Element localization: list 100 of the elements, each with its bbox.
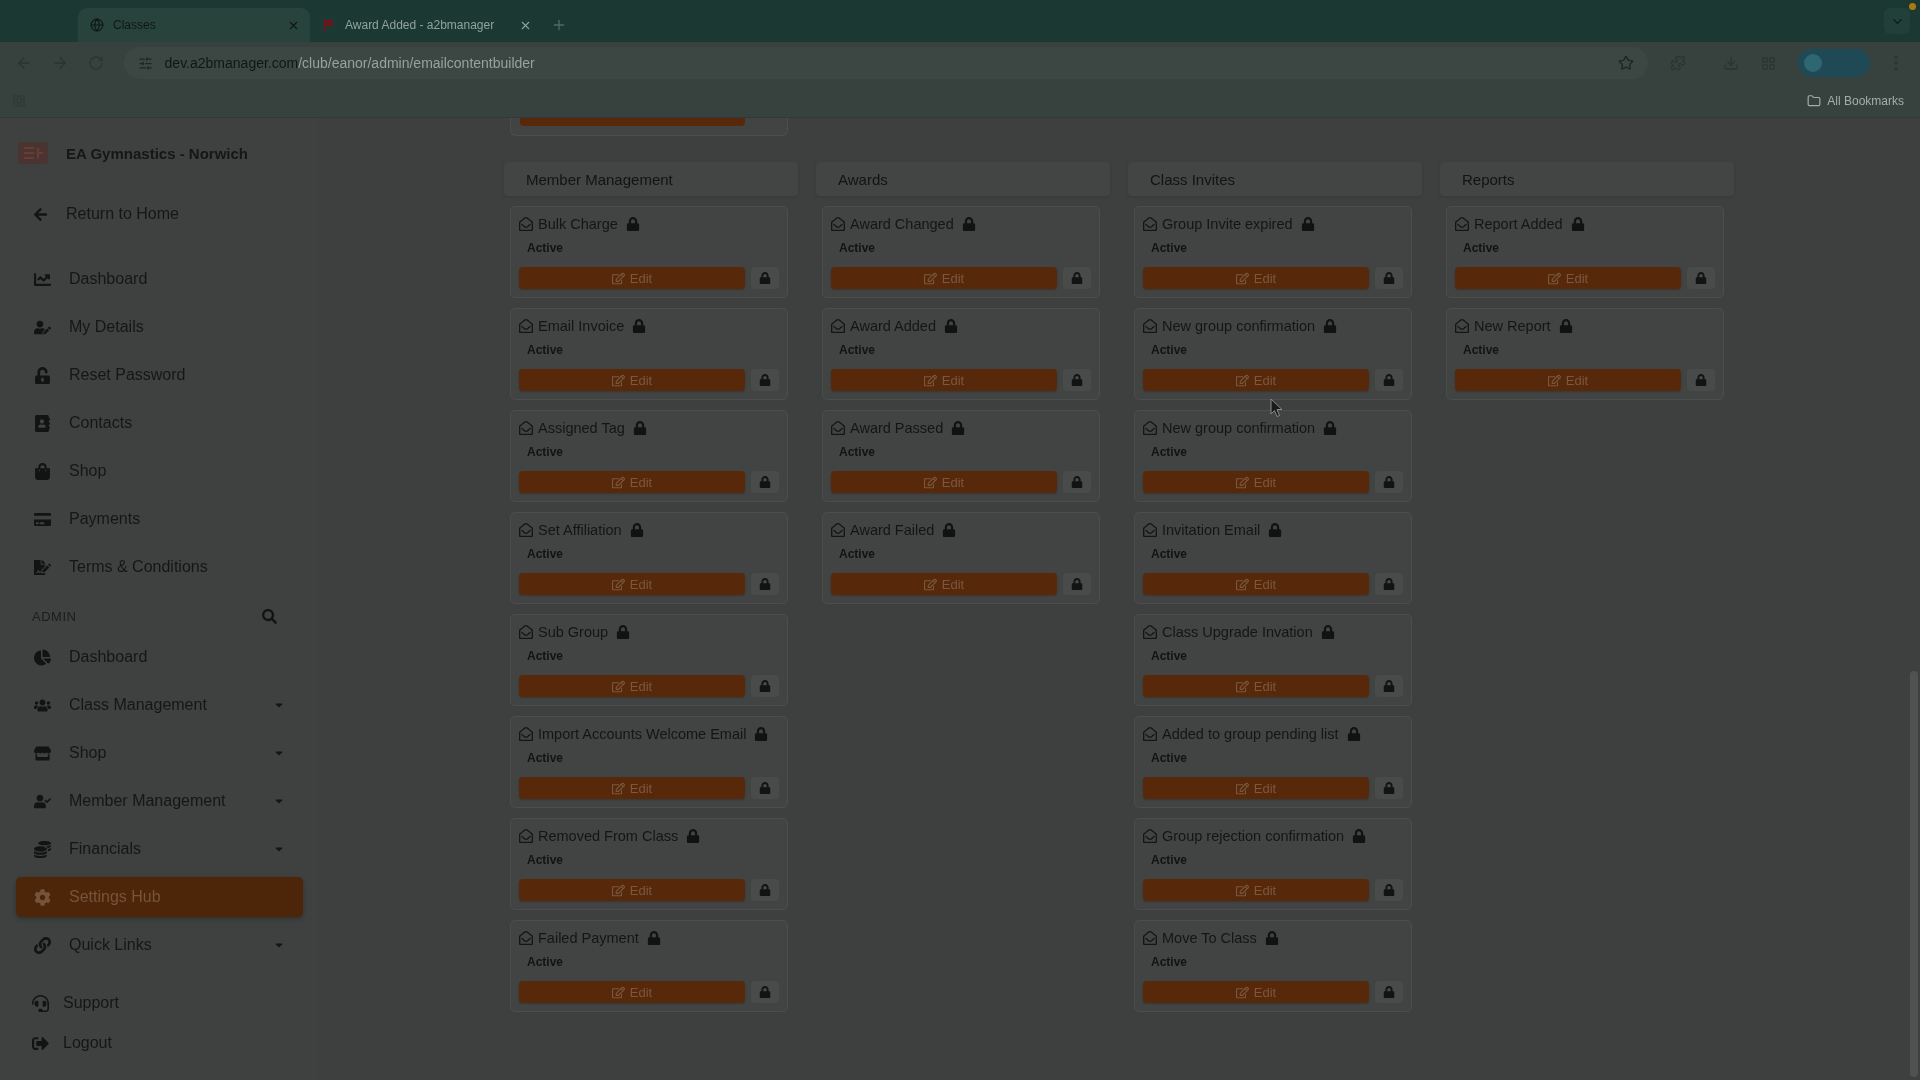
lock-button[interactable]: [1063, 573, 1091, 595]
lock-icon: [754, 727, 769, 741]
envelope-open-icon: [831, 421, 845, 435]
lock-button[interactable]: [751, 573, 779, 595]
envelope-open-icon: [831, 217, 845, 231]
lock-button[interactable]: [751, 777, 779, 799]
notification-dot-icon: [1909, 3, 1916, 10]
lock-button[interactable]: [1375, 573, 1403, 595]
envelope-open-icon: [519, 625, 533, 639]
lock-button[interactable]: [1063, 471, 1091, 493]
lock-button[interactable]: [1687, 267, 1715, 289]
lock-icon: [1071, 374, 1083, 386]
lock-icon: [759, 476, 771, 488]
lock-button[interactable]: [1375, 777, 1403, 799]
tab-list-button[interactable]: [1884, 8, 1910, 34]
link-icon: [34, 936, 51, 954]
envelope-open-icon: [519, 829, 533, 843]
lock-button[interactable]: [1375, 879, 1403, 901]
unlock-icon: [34, 366, 51, 384]
lock-icon: [1071, 578, 1083, 590]
globe-icon: [90, 18, 104, 32]
lock-icon: [686, 829, 701, 843]
lock-icon: [629, 523, 644, 537]
lock-icon: [1383, 884, 1395, 896]
lock-button[interactable]: [751, 267, 779, 289]
edit-icon: [1235, 271, 1249, 285]
lock-button[interactable]: [1375, 981, 1403, 1003]
lock-icon: [942, 523, 957, 537]
lock-icon: [944, 319, 958, 333]
edit-icon: [923, 271, 937, 285]
edit-icon: [1235, 985, 1249, 999]
bookmarks-folder[interactable]: All Bookmarks: [1803, 93, 1908, 108]
edit-icon: [1235, 883, 1249, 897]
logo-icon: [18, 142, 48, 164]
shopping-bag-icon: [34, 462, 51, 480]
envelope-open-icon: [1455, 319, 1469, 333]
lock-icon: [1352, 829, 1367, 843]
edit-icon: [1547, 271, 1561, 285]
edit-icon: [1235, 781, 1249, 795]
bookmark-button[interactable]: [1617, 55, 1634, 71]
lock-icon: [1383, 578, 1395, 590]
address-field[interactable]: dev.a2bmanager.com/club/eanor/admin/emailcontentbuilder: [123, 47, 1648, 79]
lock-icon: [625, 217, 640, 231]
envelope-open-icon: [831, 523, 845, 537]
envelope-open-icon: [519, 319, 533, 333]
envelope-open-icon: [1455, 217, 1469, 231]
sliders-icon: [137, 55, 153, 71]
signed-document-icon: [34, 558, 51, 576]
lock-icon: [1346, 727, 1361, 741]
profile-button[interactable]: [1798, 49, 1871, 77]
edit-icon: [923, 373, 937, 387]
lock-button[interactable]: [1063, 267, 1091, 289]
envelope-open-icon: [1143, 829, 1157, 843]
lock-icon: [632, 421, 647, 435]
plus-icon: [551, 17, 567, 33]
envelope-open-icon: [519, 727, 533, 741]
edit-icon: [923, 577, 937, 591]
user-edit-icon: [34, 318, 51, 336]
lock-icon: [1383, 680, 1395, 692]
envelope-open-icon: [1143, 931, 1157, 945]
lock-button[interactable]: [751, 369, 779, 391]
lock-icon: [1383, 374, 1395, 386]
lock-button[interactable]: [751, 879, 779, 901]
settings-icon: [34, 888, 51, 906]
headset-icon: [32, 994, 49, 1012]
lock-icon: [616, 625, 631, 639]
lock-icon: [1383, 986, 1395, 998]
lock-button[interactable]: [1375, 675, 1403, 697]
address-book-icon: [34, 414, 51, 432]
edit-icon: [611, 883, 625, 897]
edit-icon: [611, 373, 625, 387]
edit-icon: [1235, 373, 1249, 387]
lock-icon: [759, 986, 771, 998]
lock-icon: [759, 782, 771, 794]
edit-icon: [1235, 679, 1249, 693]
edit-icon: [1235, 475, 1249, 489]
search-button[interactable]: [262, 608, 277, 624]
lock-button[interactable]: [751, 675, 779, 697]
lock-icon: [632, 319, 647, 333]
credit-card-icon: [34, 510, 51, 528]
avatar-icon: [1804, 54, 1823, 72]
lock-button[interactable]: [751, 981, 779, 1003]
edit-icon: [1547, 373, 1561, 387]
lock-icon: [1323, 421, 1338, 435]
edit-icon: [923, 475, 937, 489]
lock-button[interactable]: [1375, 471, 1403, 493]
folder-icon: [1807, 93, 1822, 108]
browser-tab[interactable]: Award Added - a2bmanager: [310, 8, 542, 42]
lock-icon: [1300, 217, 1315, 231]
lock-button[interactable]: [1063, 369, 1091, 391]
lock-button[interactable]: [1375, 267, 1403, 289]
lock-button[interactable]: [751, 471, 779, 493]
lock-icon: [1695, 272, 1707, 284]
logout-icon: [32, 1034, 49, 1052]
cursor-icon: [1270, 398, 1283, 418]
lock-button[interactable]: [1687, 369, 1715, 391]
search-icon: [262, 608, 277, 624]
edit-icon: [611, 679, 625, 693]
lock-icon: [1268, 523, 1283, 537]
lock-button[interactable]: [1375, 369, 1403, 391]
